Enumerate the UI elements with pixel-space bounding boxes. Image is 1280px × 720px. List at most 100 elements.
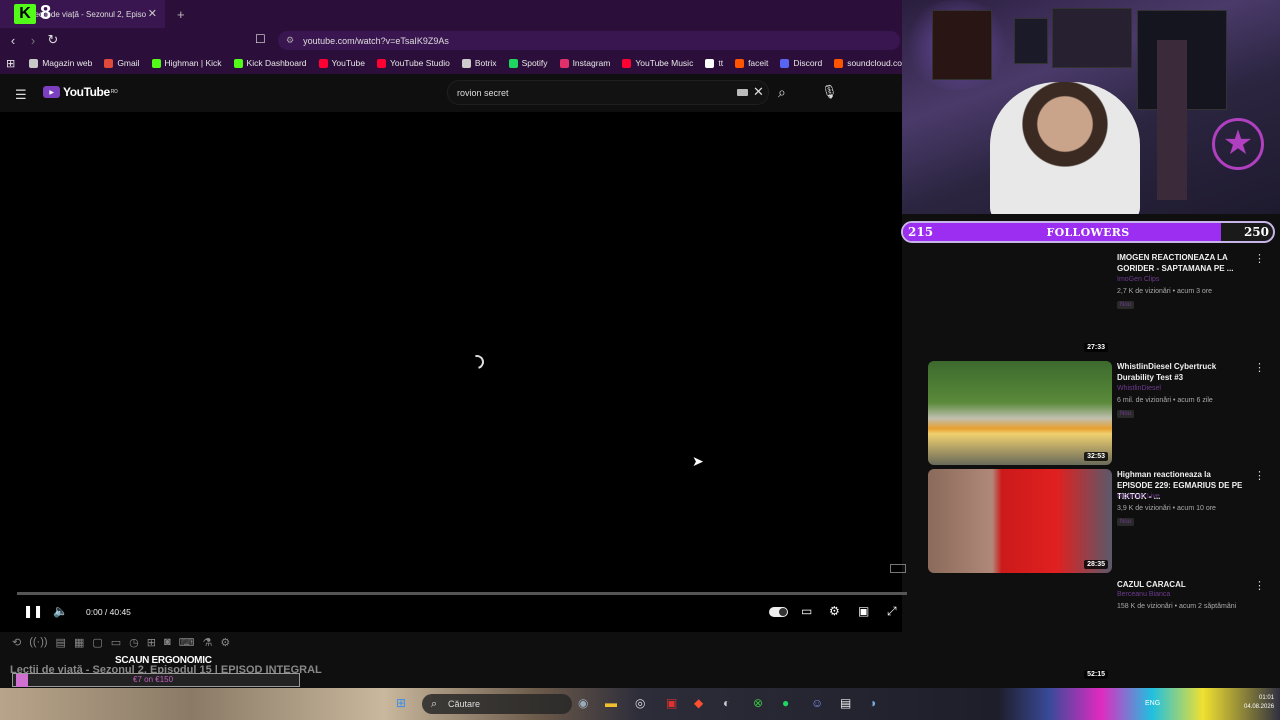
close-tab-icon[interactable]: ✕ (148, 7, 157, 20)
channel-name[interactable]: Highman Live (1117, 493, 1160, 500)
more-options-icon[interactable]: ⋮ (1254, 469, 1265, 482)
steam-client-icon[interactable]: ◑ (869, 696, 876, 710)
bookmark-item[interactable]: Spotify (508, 58, 548, 68)
xbox-icon[interactable]: ⊗ (753, 696, 763, 710)
keyboard-icon[interactable] (737, 89, 748, 96)
bookmark-item[interactable]: YouTube (318, 58, 365, 68)
volume-icon[interactable]: 🔈 (53, 604, 68, 618)
search-input[interactable]: rovion secret ✕ (447, 80, 769, 105)
bookmark-label: soundcloud.com/ (847, 58, 902, 68)
flask-icon[interactable]: ⚗ (203, 636, 213, 652)
clear-search-icon[interactable]: ✕ (753, 84, 764, 100)
broadcast-icon[interactable]: ((·)) (29, 636, 47, 652)
recommended-video[interactable]: 52:15 CAZUL CARACAL Berceanu Bianca 158 … (928, 579, 1273, 683)
stream-deck-icon[interactable]: ▤ (840, 696, 851, 710)
taskbar-clock[interactable]: 01:01 04.08.2026 (1244, 694, 1274, 712)
youtube-logo[interactable]: ▶ YouTube RO (43, 85, 118, 99)
brave-icon[interactable]: ◆ (694, 696, 703, 710)
clapper-icon[interactable]: ▦ (74, 636, 84, 652)
spotify-icon[interactable]: ● (782, 696, 789, 710)
more-options-icon[interactable]: ⋮ (1254, 579, 1265, 592)
picture-icon[interactable]: ▢ (92, 636, 102, 652)
recommended-video[interactable]: 28:35 Highman reactioneaza la EPISODE 22… (928, 469, 1273, 573)
screen: Lecții de viață - Sezonul 2, Episo ✕ + K… (0, 0, 1280, 720)
add-window-icon[interactable]: ⊞ (147, 636, 156, 652)
obs-icon[interactable]: ◎ (635, 696, 645, 710)
language-indicator[interactable]: ENG (1145, 700, 1160, 707)
kick-logo-icon: K (14, 4, 36, 24)
recommended-video[interactable]: 27:33 IMOGEN REACTIONEAZA LA GORIDER - S… (928, 252, 1273, 356)
chrome-icon[interactable]: ◉ (578, 696, 588, 710)
video-progress-bar[interactable] (17, 592, 907, 595)
loading-spinner-icon (467, 352, 487, 372)
settings-gear-icon[interactable]: ⚙ (829, 604, 840, 618)
forward-arrow-icon[interactable]: › (23, 33, 43, 48)
video-player[interactable]: ➤ ❚❚ 🔈 0:00 / 40:45 ▭ ⚙ ▣ ⤢ (0, 112, 907, 632)
file-explorer-icon[interactable]: ▬ (605, 696, 617, 710)
channel-name[interactable]: ImoGen Clips (1117, 276, 1159, 283)
channel-name[interactable]: Berceanu Bianca (1117, 591, 1170, 598)
bookmark-item[interactable]: tt (705, 58, 723, 68)
video-title[interactable]: IMOGEN REACTIONEAZA LA GORIDER - SAPTAMA… (1117, 252, 1247, 274)
time-display: 0:00 / 40:45 (86, 607, 131, 617)
search-icon[interactable]: ⌕ (778, 84, 786, 101)
bookmark-item[interactable]: Kick Dashboard (233, 58, 307, 68)
gear-icon[interactable]: ⚙ (220, 636, 230, 652)
speed-icon[interactable]: ◷ (129, 636, 139, 652)
loop-icon[interactable]: ⟲ (12, 636, 21, 652)
screen-icon[interactable]: ▤ (56, 636, 66, 652)
bookmark-favicon-icon (233, 58, 243, 68)
windows-start-icon[interactable]: ⊞ (396, 696, 406, 710)
apps-grid-icon[interactable]: ⊞ (6, 57, 15, 70)
bookmark-item[interactable]: Highman | Kick (151, 58, 222, 68)
video-thumbnail[interactable]: 32:53 (928, 361, 1112, 465)
fullscreen-icon[interactable]: ⤢ (887, 604, 897, 619)
bookmark-item[interactable]: Magazin web (29, 58, 92, 68)
bookmark-label: YouTube (331, 58, 365, 68)
bookmark-item[interactable]: Gmail (104, 58, 140, 68)
channel-name[interactable]: WhistlinDiesel (1117, 385, 1161, 392)
bookmark-item[interactable]: Discord (780, 58, 822, 68)
autoplay-toggle[interactable] (769, 607, 788, 617)
microphone-icon[interactable]: 🎙 (821, 84, 838, 100)
bookmark-item[interactable]: soundcloud.com/ (834, 58, 902, 68)
taskbar-search[interactable]: Căutare (422, 694, 572, 714)
bookmark-favicon-icon (151, 58, 161, 68)
donation-goal-title: SCAUN ERGONOMIC (115, 655, 212, 666)
extension-toolbar: ⟲ ((·)) ▤ ▦ ▢ ▭ ◷ ⊞ ◙ ⌨ ⚗ ⚙ (12, 636, 282, 652)
keyboard-icon[interactable]: ⌨ (179, 636, 195, 652)
pentagram-icon: ★ (1212, 118, 1264, 170)
bookmark-favicon-icon (104, 58, 114, 68)
bookmark-item[interactable]: Botrix (461, 58, 497, 68)
back-arrow-icon[interactable]: ‹ (3, 33, 23, 48)
video-title[interactable]: WhistlinDiesel Cybertruck Durability Tes… (1117, 361, 1247, 383)
site-info-icon[interactable]: ⚙ (286, 35, 294, 46)
theater-mode-icon[interactable]: ▣ (858, 604, 869, 618)
camera-icon[interactable]: ◙ (164, 636, 171, 652)
bookmark-icon[interactable]: ☐ (255, 32, 266, 46)
video-thumbnail[interactable]: 52:15 (928, 579, 1112, 683)
recommended-video[interactable]: 32:53 WhistlinDiesel Cybertruck Durabili… (928, 361, 1273, 465)
video-thumbnail[interactable]: 27:33 (928, 252, 1112, 356)
youtube-play-icon: ▶ (43, 86, 60, 98)
video-thumbnail[interactable]: 28:35 (928, 469, 1112, 573)
menu-icon[interactable]: ☰ (15, 87, 27, 103)
channel-watermark[interactable] (890, 564, 906, 573)
address-bar[interactable]: ⚙ youtube.com/watch?v=eTsaIK9Z9As (278, 31, 900, 50)
video-title[interactable]: CAZUL CARACAL (1117, 579, 1247, 590)
bookmark-item[interactable]: Instagram (559, 58, 610, 68)
window-icon[interactable]: ▭ (111, 636, 121, 652)
more-options-icon[interactable]: ⋮ (1254, 361, 1265, 374)
bookmark-item[interactable]: YouTube Music (622, 58, 693, 68)
more-options-icon[interactable]: ⋮ (1254, 252, 1265, 265)
discord-icon[interactable]: ☺ (811, 696, 823, 710)
bookmark-item[interactable]: faceit (735, 58, 768, 68)
reload-icon[interactable]: ↻ (43, 32, 63, 48)
video-duration: 27:33 (1084, 343, 1108, 352)
pause-icon[interactable]: ❚❚ (23, 604, 43, 618)
app-icon[interactable]: ▣ (666, 696, 677, 710)
new-tab-icon[interactable]: + (177, 7, 185, 22)
steam-icon[interactable]: ◐ (723, 696, 730, 710)
subtitles-icon[interactable]: ▭ (801, 604, 812, 618)
bookmark-item[interactable]: YouTube Studio (376, 58, 450, 68)
